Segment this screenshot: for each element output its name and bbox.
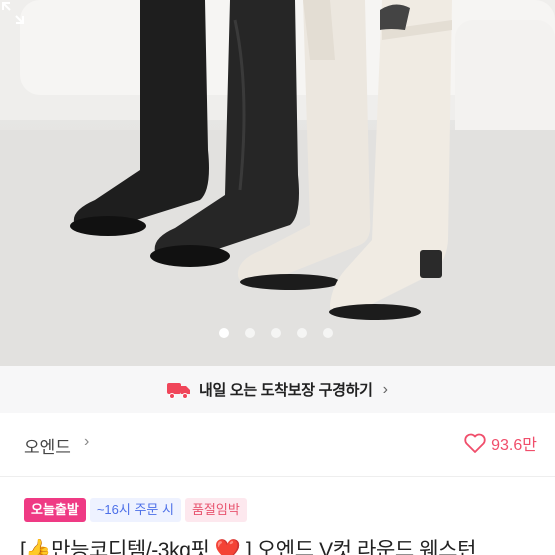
boots-illustration xyxy=(0,0,555,366)
chevron-right-icon: › xyxy=(382,380,388,398)
slide-dot[interactable] xyxy=(245,328,255,338)
like-button[interactable]: 93.6만 xyxy=(463,431,537,455)
like-count: 93.6만 xyxy=(491,437,537,454)
today-shipping-badge: 오늘출발 xyxy=(24,498,86,522)
seller-row: 오엔드 › 93.6만 xyxy=(0,413,555,477)
chevron-right-icon: › xyxy=(84,433,90,450)
slide-dot[interactable] xyxy=(297,328,307,338)
delivery-guarantee-banner[interactable]: 내일 오는 도착보장 구경하기 › xyxy=(0,366,555,413)
low-stock-badge: 품절임박 xyxy=(184,498,247,522)
delivery-text: 내일 오는 도착보장 구경하기 xyxy=(199,382,373,399)
slide-dot[interactable] xyxy=(271,328,281,338)
truck-icon xyxy=(167,382,191,399)
seller-name-link[interactable]: 오엔드 xyxy=(24,433,71,458)
expand-icon[interactable] xyxy=(0,0,26,26)
product-title: [👍만능코디템/-3kg핏 ❤️ ] 오엔드 V컷 라운드 웨스턴 xyxy=(20,539,476,555)
heart-outline-icon xyxy=(464,433,486,453)
product-image[interactable] xyxy=(0,0,555,366)
badge-row: 오늘출발 ~16시 주문 시 품절임박 xyxy=(24,498,247,522)
slide-dot[interactable] xyxy=(219,328,229,338)
slide-indicator xyxy=(219,328,333,338)
order-time-badge: ~16시 주문 시 xyxy=(89,498,181,522)
slide-dot[interactable] xyxy=(323,328,333,338)
